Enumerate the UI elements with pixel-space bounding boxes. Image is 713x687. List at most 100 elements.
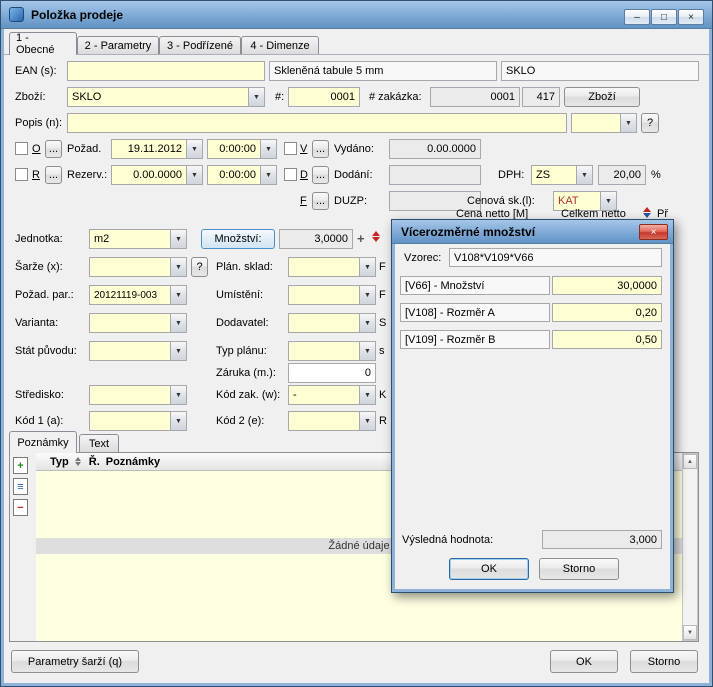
modal-titlebar[interactable]: Vícerozměrné množství × [392, 220, 673, 244]
tab-obecne[interactable]: 1 - Obecné [9, 32, 77, 56]
price-recalc-icon[interactable] [643, 207, 651, 218]
rezerv-checkbox[interactable] [15, 168, 28, 181]
chevron-down-icon[interactable]: ▼ [359, 286, 375, 304]
notes-scrollbar[interactable]: ▲ ▼ [682, 453, 698, 641]
plan-sklad-combo[interactable]: ▼ [288, 257, 376, 277]
chevron-down-icon[interactable]: ▼ [170, 386, 186, 404]
dph-combo[interactable]: ZS ▼ [531, 165, 593, 185]
chevron-down-icon[interactable]: ▼ [620, 114, 636, 132]
dimension-row-label: [V109] - Rozměr B [400, 330, 550, 349]
kod2-combo[interactable]: ▼ [288, 411, 376, 431]
umisteni-combo[interactable]: ▼ [288, 285, 376, 305]
chevron-down-icon[interactable]: ▼ [170, 258, 186, 276]
chevron-down-icon[interactable]: ▼ [248, 88, 264, 106]
chevron-down-icon[interactable]: ▼ [359, 342, 375, 360]
scroll-up-icon[interactable]: ▲ [683, 454, 697, 469]
chevron-down-icon[interactable]: ▼ [260, 166, 276, 184]
rezerv-time-combo[interactable]: 0:00:00 ▼ [207, 165, 277, 185]
close-button[interactable]: × [678, 9, 704, 25]
sarze-help-button[interactable]: ? [191, 257, 208, 277]
column-poznamky[interactable]: Poznámky [106, 456, 160, 468]
dimension-row-input[interactable]: 30,0000 [552, 276, 662, 295]
pozad-time-combo[interactable]: 0:00:00 ▼ [207, 139, 277, 159]
zaruka-input[interactable]: 0 [288, 363, 376, 383]
storno-button[interactable]: Storno [630, 650, 698, 673]
popis-input[interactable] [67, 113, 567, 133]
chevron-down-icon[interactable]: ▼ [359, 314, 375, 332]
zbozi-combo[interactable]: SKLO ▼ [67, 87, 265, 107]
plus-icon[interactable]: + [357, 232, 365, 245]
vydano-checkbox[interactable] [284, 142, 297, 155]
chevron-down-icon[interactable]: ▼ [576, 166, 592, 184]
zbozi-button[interactable]: Zboží [564, 87, 640, 107]
tab-text[interactable]: Text [79, 434, 119, 452]
dodavatel-combo[interactable]: ▼ [288, 313, 376, 333]
dodani-checkbox[interactable] [284, 168, 297, 181]
pozad-dots-button[interactable]: ... [45, 140, 62, 158]
chevron-down-icon[interactable]: ▼ [186, 166, 202, 184]
tab-dimenze[interactable]: 4 - Dimenze [241, 36, 319, 54]
stat-puvodu-combo[interactable]: ▼ [89, 341, 187, 361]
pozpar-combo[interactable]: 20121119-003 ▼ [89, 285, 187, 305]
modal-close-button[interactable]: × [639, 224, 668, 240]
chevron-down-icon[interactable]: ▼ [186, 140, 202, 158]
modal-title: Vícerozměrné množství [401, 225, 536, 239]
edit-note-icon[interactable]: ≡ [13, 478, 28, 495]
stredisko-combo[interactable]: ▼ [89, 385, 187, 405]
popis-combo[interactable]: ▼ [571, 113, 637, 133]
titlebar[interactable]: Položka prodeje – □ × [1, 1, 712, 29]
kod1-combo[interactable]: ▼ [89, 411, 187, 431]
tab-parametry[interactable]: 2 - Parametry [77, 36, 159, 54]
column-typ[interactable]: Typ [50, 456, 69, 468]
add-note-icon[interactable]: + [13, 457, 28, 474]
rezerv-date-combo[interactable]: 0.00.0000 ▼ [111, 165, 203, 185]
vydano-dots-button[interactable]: ... [312, 140, 329, 158]
app-icon[interactable] [9, 7, 24, 22]
chevron-down-icon[interactable]: ▼ [170, 286, 186, 304]
chevron-down-icon[interactable]: ▼ [170, 412, 186, 430]
modal-ok-button[interactable]: OK [449, 558, 529, 580]
dodani-dots-button[interactable]: ... [312, 166, 329, 184]
popis-help-button[interactable]: ? [641, 113, 659, 133]
varianta-combo[interactable]: ▼ [89, 313, 187, 333]
result-label: Výsledná hodnota: [402, 534, 494, 546]
kod-zak-combo[interactable]: - ▼ [288, 385, 376, 405]
chevron-down-icon[interactable]: ▼ [170, 314, 186, 332]
chevron-down-icon[interactable]: ▼ [359, 386, 375, 404]
rezerv-dots-button[interactable]: ... [45, 166, 62, 184]
ean-input[interactable] [67, 61, 265, 81]
minimize-button[interactable]: – [624, 9, 650, 25]
column-radek[interactable]: Ř. [89, 456, 100, 468]
dimension-row-input[interactable]: 0,50 [552, 330, 662, 349]
chevron-down-icon[interactable]: ▼ [170, 342, 186, 360]
chevron-down-icon[interactable]: ▼ [170, 230, 186, 248]
quantity-spin-icon[interactable] [372, 231, 380, 242]
maximize-button[interactable]: □ [651, 9, 677, 25]
duzp-dots-button[interactable]: ... [312, 192, 329, 210]
pozad-checkbox[interactable] [15, 142, 28, 155]
pozad-date-combo[interactable]: 19.11.2012 ▼ [111, 139, 203, 159]
chevron-down-icon[interactable]: ▼ [260, 140, 276, 158]
dimension-row-input[interactable]: 0,20 [552, 303, 662, 322]
ok-button[interactable]: OK [550, 650, 618, 673]
sort-icon[interactable] [74, 457, 81, 466]
mnozstvi-button[interactable]: Množství: [201, 229, 275, 249]
kod2-label: Kód 2 (e): [216, 415, 265, 427]
d-letter-label: D [300, 169, 308, 181]
sarze-label: Šarže (x): [15, 261, 63, 273]
kod-zak-label: Kód zak. (w): [216, 389, 281, 401]
chevron-down-icon[interactable]: ▼ [359, 258, 375, 276]
tab-podrizene[interactable]: 3 - Podřízené [159, 36, 241, 54]
typ-planu-combo[interactable]: ▼ [288, 341, 376, 361]
modal-storno-button[interactable]: Storno [539, 558, 619, 580]
tab-poznamky[interactable]: Poznámky [9, 431, 77, 453]
chevron-down-icon[interactable]: ▼ [359, 412, 375, 430]
delete-note-icon[interactable]: − [13, 499, 28, 516]
number-input[interactable]: 0001 [288, 87, 360, 107]
parametry-sarzi-button[interactable]: Parametry šarží (q) [11, 650, 139, 673]
jednotka-combo[interactable]: m2 ▼ [89, 229, 187, 249]
sarze-combo[interactable]: ▼ [89, 257, 187, 277]
scroll-down-icon[interactable]: ▼ [683, 625, 697, 640]
dph-combo-value: ZS [536, 169, 551, 181]
vzorec-field[interactable]: V108*V109*V66 [449, 248, 662, 267]
